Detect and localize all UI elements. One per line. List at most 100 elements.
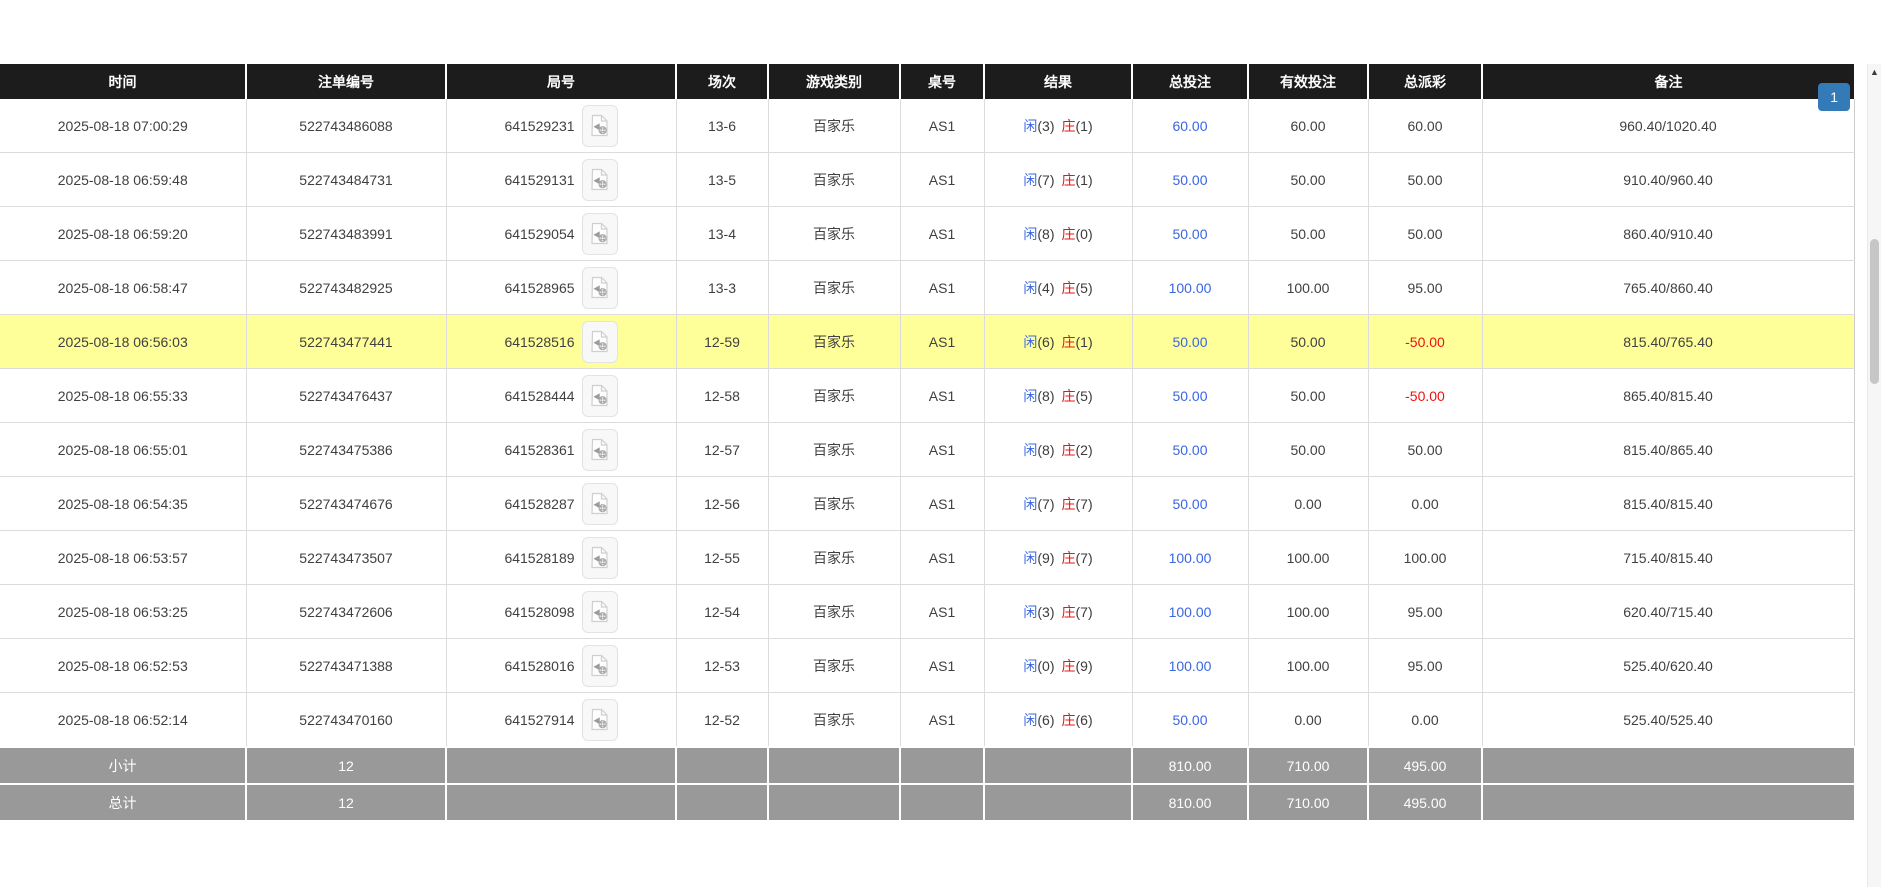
cell-session: 13-4 (676, 207, 768, 261)
cell-game-type: 百家乐 (768, 369, 900, 423)
video-replay-button[interactable] (582, 429, 618, 471)
total-bet-link[interactable]: 100.00 (1169, 550, 1212, 566)
table-row[interactable]: 2025-08-18 06:54:35 522743474676 6415282… (0, 477, 1854, 531)
cell-valid-bet: 50.00 (1248, 423, 1368, 477)
result-player-score: (3) (1037, 118, 1054, 134)
result-banker-score: (2) (1076, 442, 1093, 458)
video-replay-button[interactable] (582, 321, 618, 363)
grand-total-empty-round (446, 784, 676, 820)
cell-total-bet: 100.00 (1132, 585, 1248, 639)
cell-valid-bet: 60.00 (1248, 99, 1368, 153)
round-number: 641528098 (504, 604, 574, 620)
cell-game-type: 百家乐 (768, 423, 900, 477)
video-replay-button[interactable] (582, 159, 618, 201)
cell-result: 闲(7)庄(1) (984, 153, 1132, 207)
table-row[interactable]: 2025-08-18 06:55:01 522743475386 6415283… (0, 423, 1854, 477)
result-banker-score: (1) (1076, 334, 1093, 350)
total-bet-link[interactable]: 60.00 (1172, 118, 1207, 134)
cell-round: 641529131 (446, 153, 676, 207)
result-player-score: (3) (1037, 604, 1054, 620)
result-player-score: (9) (1037, 550, 1054, 566)
cell-time: 2025-08-18 06:59:20 (0, 207, 246, 261)
table-row[interactable]: 2025-08-18 06:59:48 522743484731 6415291… (0, 153, 1854, 207)
result-player-label: 闲 (1023, 118, 1037, 134)
cell-game-type: 百家乐 (768, 477, 900, 531)
round-number: 641529054 (504, 226, 574, 242)
result-player-label: 闲 (1023, 334, 1037, 350)
vertical-scrollbar[interactable]: ▲ (1867, 64, 1881, 887)
total-bet-link[interactable]: 50.00 (1172, 496, 1207, 512)
result-player-score: (7) (1037, 496, 1054, 512)
table-row[interactable]: 2025-08-18 06:53:25 522743472606 6415280… (0, 585, 1854, 639)
total-bet-link[interactable]: 50.00 (1172, 334, 1207, 350)
cell-total-bet: 100.00 (1132, 531, 1248, 585)
table-row[interactable]: 2025-08-18 06:53:57 522743473507 6415281… (0, 531, 1854, 585)
cell-game-type: 百家乐 (768, 153, 900, 207)
column-header-4: 游戏类别 (768, 64, 900, 99)
video-replay-button[interactable] (582, 645, 618, 687)
cell-game-type: 百家乐 (768, 531, 900, 585)
cell-result: 闲(0)庄(9) (984, 639, 1132, 693)
grand-total-valid-bet: 710.00 (1248, 784, 1368, 820)
video-replay-button[interactable] (582, 267, 618, 309)
round-number: 641528444 (504, 388, 574, 404)
result-player-label: 闲 (1023, 496, 1037, 512)
total-bet-link[interactable]: 100.00 (1169, 280, 1212, 296)
cell-total-bet: 50.00 (1132, 423, 1248, 477)
table-row[interactable]: 2025-08-18 06:55:33 522743476437 6415284… (0, 369, 1854, 423)
grand-total-empty-table (900, 784, 984, 820)
video-replay-button[interactable] (582, 375, 618, 417)
table-row[interactable]: 2025-08-18 06:59:20 522743483991 6415290… (0, 207, 1854, 261)
result-player-label: 闲 (1023, 550, 1037, 566)
table-row[interactable]: 2025-08-18 07:00:29 522743486088 6415292… (0, 99, 1854, 153)
scrollbar-thumb[interactable] (1870, 239, 1879, 384)
result-player-label: 闲 (1023, 172, 1037, 188)
table-row[interactable]: 2025-08-18 06:56:03 522743477441 6415285… (0, 315, 1854, 369)
total-bet-link[interactable]: 50.00 (1172, 712, 1207, 728)
grand-total-empty-game (768, 784, 900, 820)
subtotal-empty-session (676, 747, 768, 784)
cell-remark: 815.40/765.40 (1482, 315, 1854, 369)
cell-payout: 50.00 (1368, 207, 1482, 261)
subtotal-valid-bet: 710.00 (1248, 747, 1368, 784)
cell-session: 13-5 (676, 153, 768, 207)
result-player-label: 闲 (1023, 712, 1037, 728)
pagination-page-1-button[interactable]: 1 (1818, 83, 1850, 111)
video-replay-button[interactable] (582, 483, 618, 525)
cell-game-type: 百家乐 (768, 585, 900, 639)
table-row[interactable]: 2025-08-18 06:52:53 522743471388 6415280… (0, 639, 1854, 693)
video-replay-button[interactable] (582, 699, 618, 741)
round-number: 641527914 (504, 712, 574, 728)
video-file-icon (590, 276, 609, 299)
round-number: 641529131 (504, 172, 574, 188)
table-row[interactable]: 2025-08-18 06:52:14 522743470160 6415279… (0, 693, 1854, 748)
result-banker-score: (1) (1076, 172, 1093, 188)
video-replay-button[interactable] (582, 591, 618, 633)
scrollbar-up-arrow-icon[interactable]: ▲ (1868, 67, 1881, 77)
grand-total-empty-session (676, 784, 768, 820)
cell-table-no: AS1 (900, 423, 984, 477)
video-file-icon (590, 222, 609, 245)
total-bet-link[interactable]: 50.00 (1172, 388, 1207, 404)
total-bet-link[interactable]: 100.00 (1169, 658, 1212, 674)
video-replay-button[interactable] (582, 537, 618, 579)
result-banker-score: (5) (1076, 280, 1093, 296)
total-bet-link[interactable]: 50.00 (1172, 226, 1207, 242)
cell-round: 641528189 (446, 531, 676, 585)
table-row[interactable]: 2025-08-18 06:58:47 522743482925 6415289… (0, 261, 1854, 315)
column-header-8: 有效投注 (1248, 64, 1368, 99)
subtotal-count: 12 (246, 747, 446, 784)
cell-remark: 860.40/910.40 (1482, 207, 1854, 261)
video-replay-button[interactable] (582, 105, 618, 147)
cell-time: 2025-08-18 06:58:47 (0, 261, 246, 315)
result-banker-label: 庄 (1062, 496, 1076, 512)
cell-table-no: AS1 (900, 693, 984, 748)
round-number: 641528965 (504, 280, 574, 296)
total-bet-link[interactable]: 100.00 (1169, 604, 1212, 620)
total-bet-link[interactable]: 50.00 (1172, 442, 1207, 458)
cell-total-bet: 100.00 (1132, 261, 1248, 315)
result-player-label: 闲 (1023, 604, 1037, 620)
cell-payout: 95.00 (1368, 639, 1482, 693)
video-replay-button[interactable] (582, 213, 618, 255)
total-bet-link[interactable]: 50.00 (1172, 172, 1207, 188)
